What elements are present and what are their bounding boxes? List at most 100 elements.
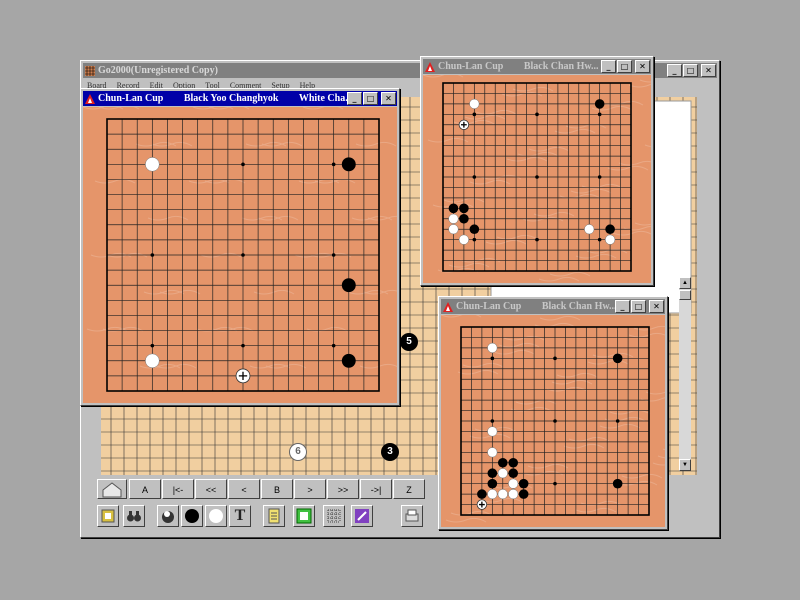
board-window-2-titlebar[interactable]: Chun-Lan Cup Black Chan Hw... _ □ ✕	[423, 59, 651, 74]
numbered-black-stone: 3	[381, 443, 399, 461]
black-stone	[487, 468, 498, 479]
black-stone	[459, 213, 469, 224]
go-board-grid	[441, 315, 665, 523]
white-stone	[487, 447, 498, 458]
text-tool-icon[interactable]: T	[229, 505, 251, 527]
star-point	[535, 175, 539, 179]
binoculars-icon[interactable]	[123, 505, 145, 527]
go-board-grid	[83, 107, 397, 392]
star-point	[241, 343, 245, 348]
black-player: Black Chan Hw...	[523, 61, 599, 72]
close-button[interactable]: ✕	[701, 64, 716, 77]
back-button[interactable]: <	[228, 479, 260, 499]
black-stone	[448, 203, 459, 214]
white-stone	[487, 426, 498, 437]
black-player: Black Chan Hw...	[541, 301, 615, 312]
black-stone	[497, 457, 508, 468]
black-stone	[487, 478, 498, 489]
print-icon[interactable]	[401, 505, 423, 527]
notepad-icon[interactable]	[263, 505, 285, 527]
maximize-button[interactable]: □	[631, 300, 646, 313]
star-point	[150, 253, 155, 257]
first-marker-button[interactable]: A	[129, 479, 161, 499]
black-stone	[612, 353, 623, 364]
minimize-button[interactable]: _	[667, 64, 682, 77]
white-player: White Cha...	[298, 93, 347, 104]
go-board[interactable]	[83, 107, 397, 403]
mid-marker-button[interactable]: B	[261, 479, 293, 499]
scroll-down-button[interactable]: ▼	[679, 459, 691, 471]
black-stone	[459, 203, 469, 214]
star-point	[472, 237, 477, 242]
home-button[interactable]	[97, 479, 127, 499]
white-stone	[508, 489, 519, 500]
star-point	[597, 175, 602, 179]
black-stone	[341, 353, 356, 368]
star-point	[331, 162, 336, 167]
maximize-button[interactable]: □	[683, 64, 698, 77]
maximize-button[interactable]: □	[617, 60, 632, 73]
go-board[interactable]	[441, 315, 665, 527]
white-stone	[458, 234, 469, 245]
white-stone	[497, 489, 508, 500]
star-point	[490, 356, 495, 361]
scroll-up-button[interactable]: ▲	[679, 277, 691, 289]
black-stone	[518, 489, 529, 499]
main-board-titlebar[interactable]: Chun-Lan Cup Black Yoo Changhyok White C…	[83, 91, 397, 106]
event-title: Chun-Lan Cup	[456, 301, 522, 312]
black-player: Black Yoo Changhyok	[183, 93, 279, 104]
close-button[interactable]: ✕	[381, 92, 396, 105]
cup-logo-icon	[443, 301, 453, 312]
minimize-button[interactable]: _	[601, 60, 616, 73]
white-stone	[508, 478, 519, 489]
scroll-thumb[interactable]	[679, 290, 691, 300]
star-point	[331, 253, 336, 257]
minimize-button[interactable]: _	[347, 92, 362, 105]
close-button[interactable]: ✕	[635, 60, 650, 73]
board-texture	[441, 315, 665, 523]
go-start-button[interactable]: |<-	[162, 479, 194, 499]
fast-back-button[interactable]: <<	[195, 479, 227, 499]
go-board[interactable]	[423, 75, 651, 283]
forward-button[interactable]: >	[294, 479, 326, 499]
white-stone	[584, 224, 595, 235]
black-stone-icon[interactable]	[181, 505, 203, 527]
board-window-3-titlebar[interactable]: Chun-Lan Cup Black Chan Hw... _ □ ✕	[441, 299, 665, 314]
star-point	[490, 419, 495, 423]
board-window-3[interactable]: Chun-Lan Cup Black Chan Hw... _ □ ✕	[438, 296, 668, 530]
grid-icon[interactable]	[323, 505, 345, 527]
close-button[interactable]: ✕	[649, 300, 664, 313]
black-stone	[508, 457, 519, 468]
last-marker-button[interactable]: Z	[393, 479, 425, 499]
bowl-icon[interactable]	[157, 505, 179, 527]
white-stone	[605, 234, 616, 245]
black-stone	[341, 157, 356, 172]
black-stone	[518, 478, 529, 489]
board-window-2[interactable]: Chun-Lan Cup Black Chan Hw... _ □ ✕	[420, 56, 654, 286]
vertical-scrollbar[interactable]: ▲ ▼	[679, 277, 691, 471]
event-title: Chun-Lan Cup	[98, 93, 164, 104]
fast-forward-button[interactable]: >>	[327, 479, 359, 499]
white-stone	[448, 224, 459, 235]
main-board-window[interactable]: Chun-Lan Cup Black Yoo Changhyok White C…	[80, 88, 400, 406]
minimize-button[interactable]: _	[615, 300, 630, 313]
sound-icon[interactable]	[97, 505, 119, 527]
star-point	[472, 112, 477, 117]
white-stone-icon[interactable]	[205, 505, 227, 527]
black-stone	[341, 278, 356, 293]
go-end-button[interactable]: ->|	[360, 479, 392, 499]
black-stone	[594, 99, 605, 109]
star-point	[597, 237, 602, 242]
maximize-button[interactable]: □	[363, 92, 378, 105]
star-point	[553, 481, 557, 486]
black-stone	[469, 224, 480, 235]
pen-icon[interactable]	[351, 505, 373, 527]
board-view-icon[interactable]	[293, 505, 315, 527]
white-stone	[145, 353, 160, 368]
cup-logo-icon	[85, 93, 95, 104]
white-stone	[487, 342, 498, 353]
numbered-black-stone: 5	[400, 333, 418, 351]
event-title: Chun-Lan Cup	[438, 61, 504, 72]
numbered-white-stone: 6	[289, 443, 307, 461]
board-texture	[83, 107, 397, 369]
